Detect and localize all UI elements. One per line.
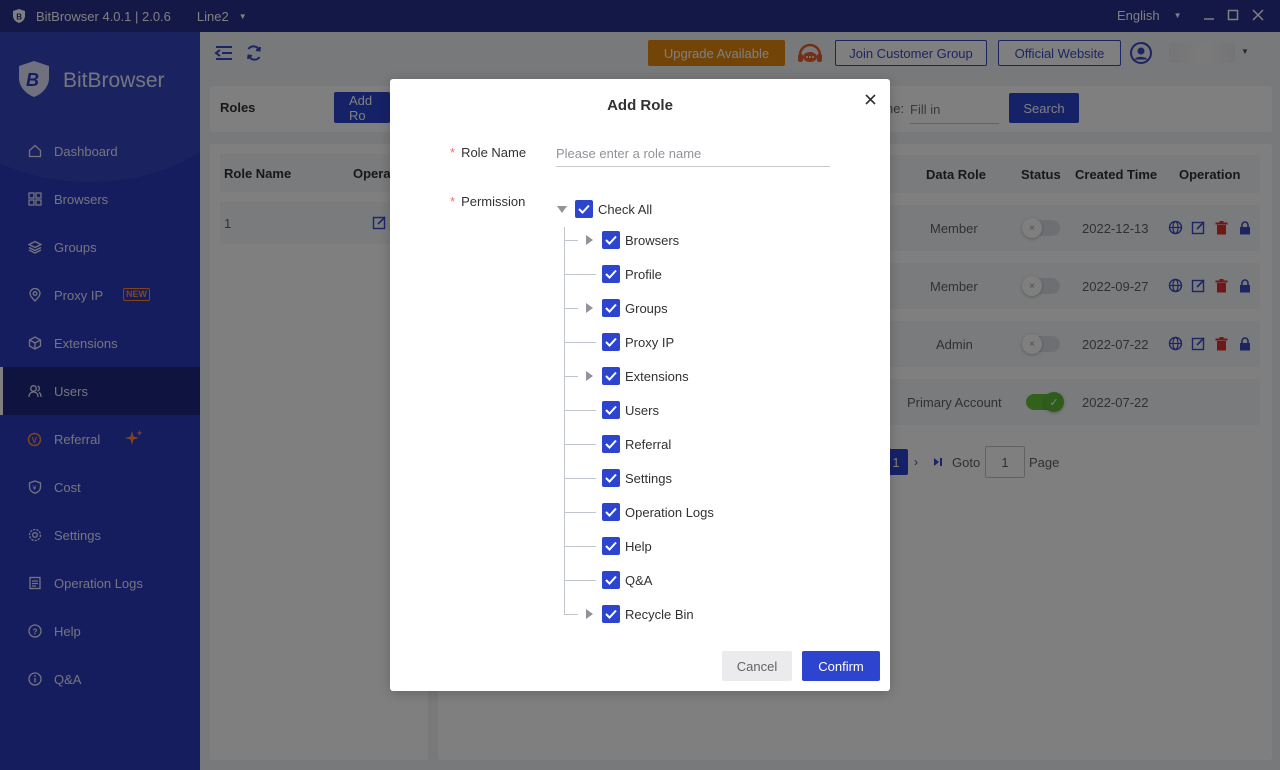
permission-checkbox-recycle-bin[interactable] [602,605,620,623]
tree-connector [564,376,578,377]
tree-connector [564,614,578,615]
tree-connector [564,580,596,581]
required-mark: * [450,145,456,160]
permission-checkbox-users[interactable] [602,401,620,419]
permission-checkbox-qa[interactable] [602,571,620,589]
permission-label: Operation Logs [625,505,714,520]
permission-label-text: Permission [461,194,526,209]
permission-checkbox-help[interactable] [602,537,620,555]
permission-label: Extensions [625,369,689,384]
tree-connector [564,546,596,547]
permission-checkbox-operation-logs[interactable] [602,503,620,521]
tree-connector [564,274,596,275]
permission-checkbox-referral[interactable] [602,435,620,453]
permission-label: Users [625,403,659,418]
permission-label: Referral [625,437,672,452]
permission-label: * Permission [450,194,525,209]
role-name-label-text: Role Name [461,145,527,160]
permission-label: Proxy IP [625,335,675,350]
permission-label: Browsers [625,233,680,248]
expand-triangle-icon[interactable] [586,235,593,245]
permission-checkbox-extensions[interactable] [602,367,620,385]
dialog-title: Add Role [607,97,673,114]
permission-checkbox-groups[interactable] [602,299,620,317]
permission-checkbox-browsers[interactable] [602,231,620,249]
expand-triangle-icon[interactable] [586,371,593,381]
permission-label: Groups [625,301,668,316]
tree-connector [564,308,578,309]
permission-checkbox-profile[interactable] [602,265,620,283]
tree-connector [564,227,565,614]
tree-connector [564,512,596,513]
tree-connector [564,240,578,241]
required-mark: * [450,194,456,209]
expand-triangle-icon[interactable] [586,609,593,619]
confirm-button[interactable]: Confirm [802,651,880,681]
permission-checkbox-settings[interactable] [602,469,620,487]
permission-label: Q&A [625,573,653,588]
permission-label: Settings [625,471,672,486]
close-icon[interactable] [862,91,878,107]
check-all-checkbox[interactable] [575,200,593,218]
expand-triangle-icon[interactable] [586,303,593,313]
role-name-label: * Role Name [450,145,526,160]
permission-label: Profile [625,267,662,282]
role-name-input[interactable] [556,141,830,167]
add-role-dialog: Add Role * Role Name * Permission Check Al… [390,79,890,691]
permission-label: Recycle Bin [625,607,694,622]
permission-checkbox-proxy-ip[interactable] [602,333,620,351]
permission-label: Help [625,539,652,554]
cancel-button[interactable]: Cancel [722,651,792,681]
tree-connector [564,444,596,445]
check-all-label: Check All [598,202,653,217]
tree-connector [564,342,596,343]
tree-connector [564,478,596,479]
collapse-triangle-icon[interactable] [557,206,567,213]
tree-connector [564,410,596,411]
